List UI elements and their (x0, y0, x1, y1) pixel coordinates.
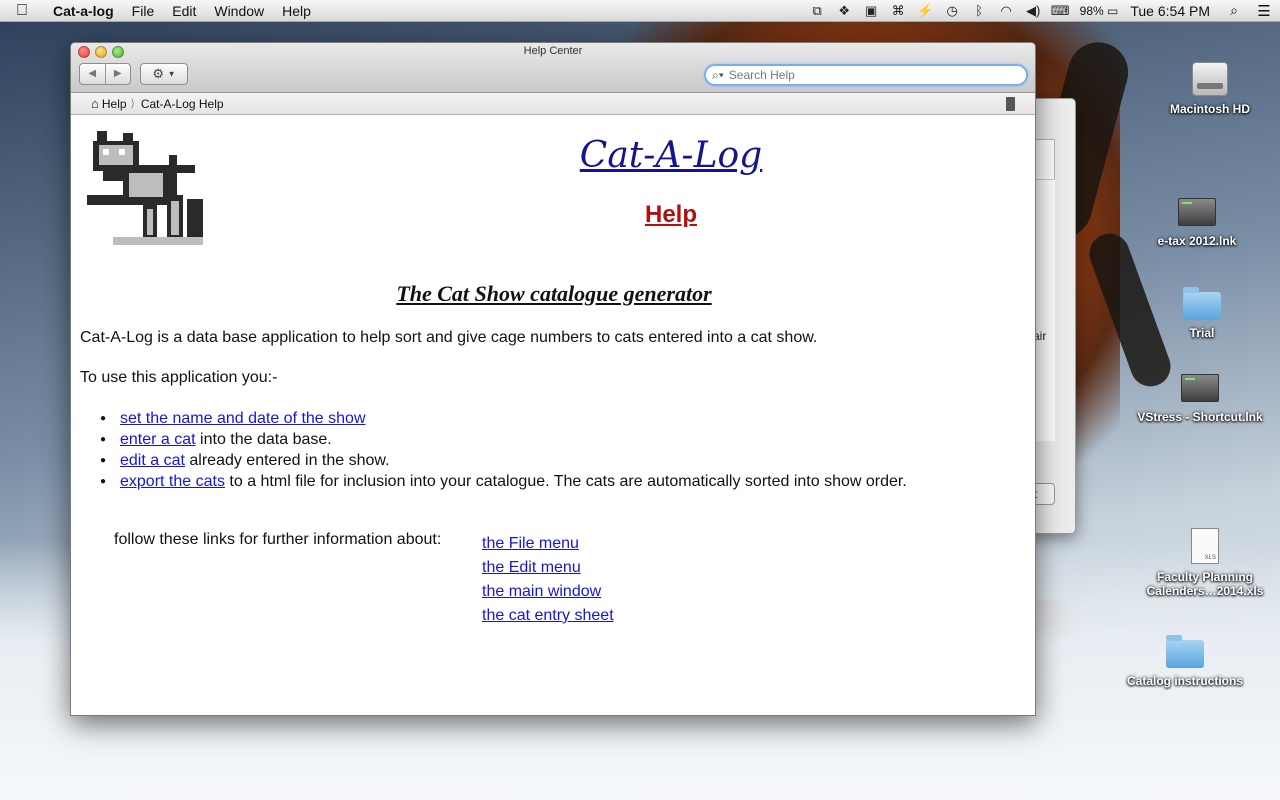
menu-edit[interactable]: Edit (163, 0, 205, 22)
intro-paragraph: Cat-A-Log is a data base application to … (80, 329, 818, 346)
gear-icon: ⚙ (152, 66, 165, 81)
link-main-window[interactable]: the main window (482, 583, 601, 600)
desktop-icon-label: Macintosh HD (1169, 102, 1250, 116)
list-item: the main window (482, 580, 614, 604)
link-export-cats[interactable]: export the cats (120, 473, 225, 490)
breadcrumb: ⌂ Help ⟩ Cat-A-Log Help (71, 93, 1035, 115)
further-info-links: the File menu the Edit menu the main win… (482, 532, 614, 628)
window-title: Help Center (523, 45, 583, 57)
app-menu[interactable]: Cat-a-log (44, 0, 123, 22)
status-tray: ⧉ ❖ ▣ ⌘ ⚡ ◷ ᛒ ◠ ◀) ⌨ 98% ▭ Tue 6:54 PM ⌕… (804, 2, 1280, 20)
list-item: the cat entry sheet (482, 604, 614, 628)
command-icon[interactable]: ⌘ (885, 3, 912, 19)
desktop-icon-macintosh-hd[interactable]: Macintosh HD (1135, 62, 1280, 116)
list-item: set the name and date of the show (100, 408, 907, 429)
list-item-text: into the data base. (195, 431, 332, 448)
menu-file[interactable]: File (123, 0, 164, 22)
menu-window[interactable]: Window (205, 0, 273, 22)
list-item: export the cats to a html file for inclu… (100, 471, 907, 492)
notification-list-icon[interactable]: ☰ (1248, 2, 1280, 20)
dropbox-icon[interactable]: ❖ (831, 3, 858, 19)
screen-share-icon[interactable]: ⧉ (804, 3, 831, 19)
flashlight-icon[interactable]: ⚡ (912, 3, 939, 19)
box-icon[interactable]: ▣ (858, 3, 885, 19)
folder-icon (1166, 635, 1204, 668)
list-item: the File menu (482, 532, 614, 556)
home-icon[interactable]: ⌂ (91, 96, 99, 111)
desktop-icon-faculty-planning[interactable]: Faculty Planning Calenders…2014.xls (1130, 528, 1280, 598)
back-arrow-icon[interactable]: ◀ (80, 64, 105, 84)
desktop-icon-label: Trial (1189, 326, 1215, 340)
desktop-icon-label: Faculty Planning Calenders…2014.xls (1146, 570, 1264, 598)
desktop-icon-vstress[interactable]: VStress - Shortcut.lnk (1125, 374, 1275, 424)
bookmark-icon[interactable] (1006, 97, 1015, 111)
hard-drive-icon (1192, 62, 1228, 96)
link-edit-cat[interactable]: edit a cat (120, 452, 185, 469)
list-item: the Edit menu (482, 556, 614, 580)
spotlight-search-icon[interactable]: ⌕ (1220, 2, 1248, 19)
further-info-text: follow these links for further informati… (114, 531, 442, 548)
folder-icon (1183, 287, 1221, 320)
list-item-text: to a html file for inclusion into your c… (224, 473, 907, 490)
action-menu-button[interactable]: ⚙ ▼ (140, 63, 188, 85)
search-help-input[interactable] (728, 68, 999, 82)
desktop-icon-label: VStress - Shortcut.lnk (1137, 410, 1263, 424)
battery-percent: 98% (1079, 3, 1104, 18)
volume-icon[interactable]: ◀) (1020, 3, 1047, 19)
help-heading: Help (644, 201, 697, 228)
link-set-show[interactable]: set the name and date of the show (120, 410, 366, 427)
shortcut-icon (1181, 374, 1219, 402)
shortcut-icon (1178, 198, 1216, 226)
help-page-content: Cat-A-Log Help The Cat Show catalogue ge… (71, 115, 1035, 715)
menu-clock[interactable]: Tue 6:54 PM (1124, 3, 1220, 19)
desktop-icon-label: Catalog instructions (1126, 674, 1243, 688)
tagline-heading: The Cat Show catalogue generator (396, 281, 712, 306)
link-file-menu[interactable]: the File menu (482, 535, 579, 552)
xls-file-icon (1191, 528, 1219, 564)
battery-icon: ▭ (1107, 3, 1119, 18)
window-titlebar: Help Center ◀ ▶ ⚙ ▼ ⌕▾ (71, 43, 1035, 93)
battery-status[interactable]: 98% ▭ (1074, 4, 1125, 18)
list-item-text: already entered in the show. (184, 452, 390, 469)
menu-help[interactable]: Help (273, 0, 320, 22)
cat-logo-image (87, 131, 203, 245)
help-center-window: Help Center ◀ ▶ ⚙ ▼ ⌕▾ ⌂ Help ⟩ Cat-A-Lo… (70, 42, 1036, 716)
list-item: enter a cat into the data base. (100, 429, 907, 450)
link-enter-cat[interactable]: enter a cat (120, 431, 196, 448)
usage-intro-text: To use this application you:- (80, 369, 278, 386)
desktop-icon-trial[interactable]: Trial (1127, 287, 1277, 340)
app-title-heading: Cat-A-Log (579, 135, 763, 176)
time-machine-icon[interactable]: ◷ (939, 3, 966, 19)
forward-arrow-icon[interactable]: ▶ (104, 64, 131, 84)
menu-bar:  Cat-a-log File Edit Window Help ⧉ ❖ ▣ … (0, 0, 1280, 22)
link-cat-entry-sheet[interactable]: the cat entry sheet (482, 607, 614, 624)
desktop-icon-label: e-tax 2012.lnk (1157, 234, 1237, 248)
desktop-icon-catalog-instructions[interactable]: Catalog instructions (1110, 635, 1260, 688)
navigation-buttons: ◀ ▶ (79, 63, 131, 85)
list-item: edit a cat already entered in the show. (100, 450, 907, 471)
usage-list: set the name and date of the show enter … (100, 408, 907, 492)
bluetooth-icon[interactable]: ᛒ (966, 3, 993, 18)
desktop-icon-etax[interactable]: e-tax 2012.lnk (1122, 198, 1272, 248)
apple-menu-icon[interactable]:  (0, 2, 44, 20)
keyboard-icon[interactable]: ⌨ (1047, 3, 1074, 19)
breadcrumb-home[interactable]: Help (102, 97, 127, 111)
chevron-down-icon: ▼ (167, 69, 176, 79)
breadcrumb-separator-icon: ⟩ (130, 98, 135, 110)
breadcrumb-current[interactable]: Cat-A-Log Help (141, 97, 224, 111)
link-edit-menu[interactable]: the Edit menu (482, 559, 581, 576)
wifi-icon[interactable]: ◠ (993, 3, 1020, 19)
search-field[interactable]: ⌕▾ (704, 64, 1028, 86)
search-icon: ⌕▾ (712, 67, 724, 82)
